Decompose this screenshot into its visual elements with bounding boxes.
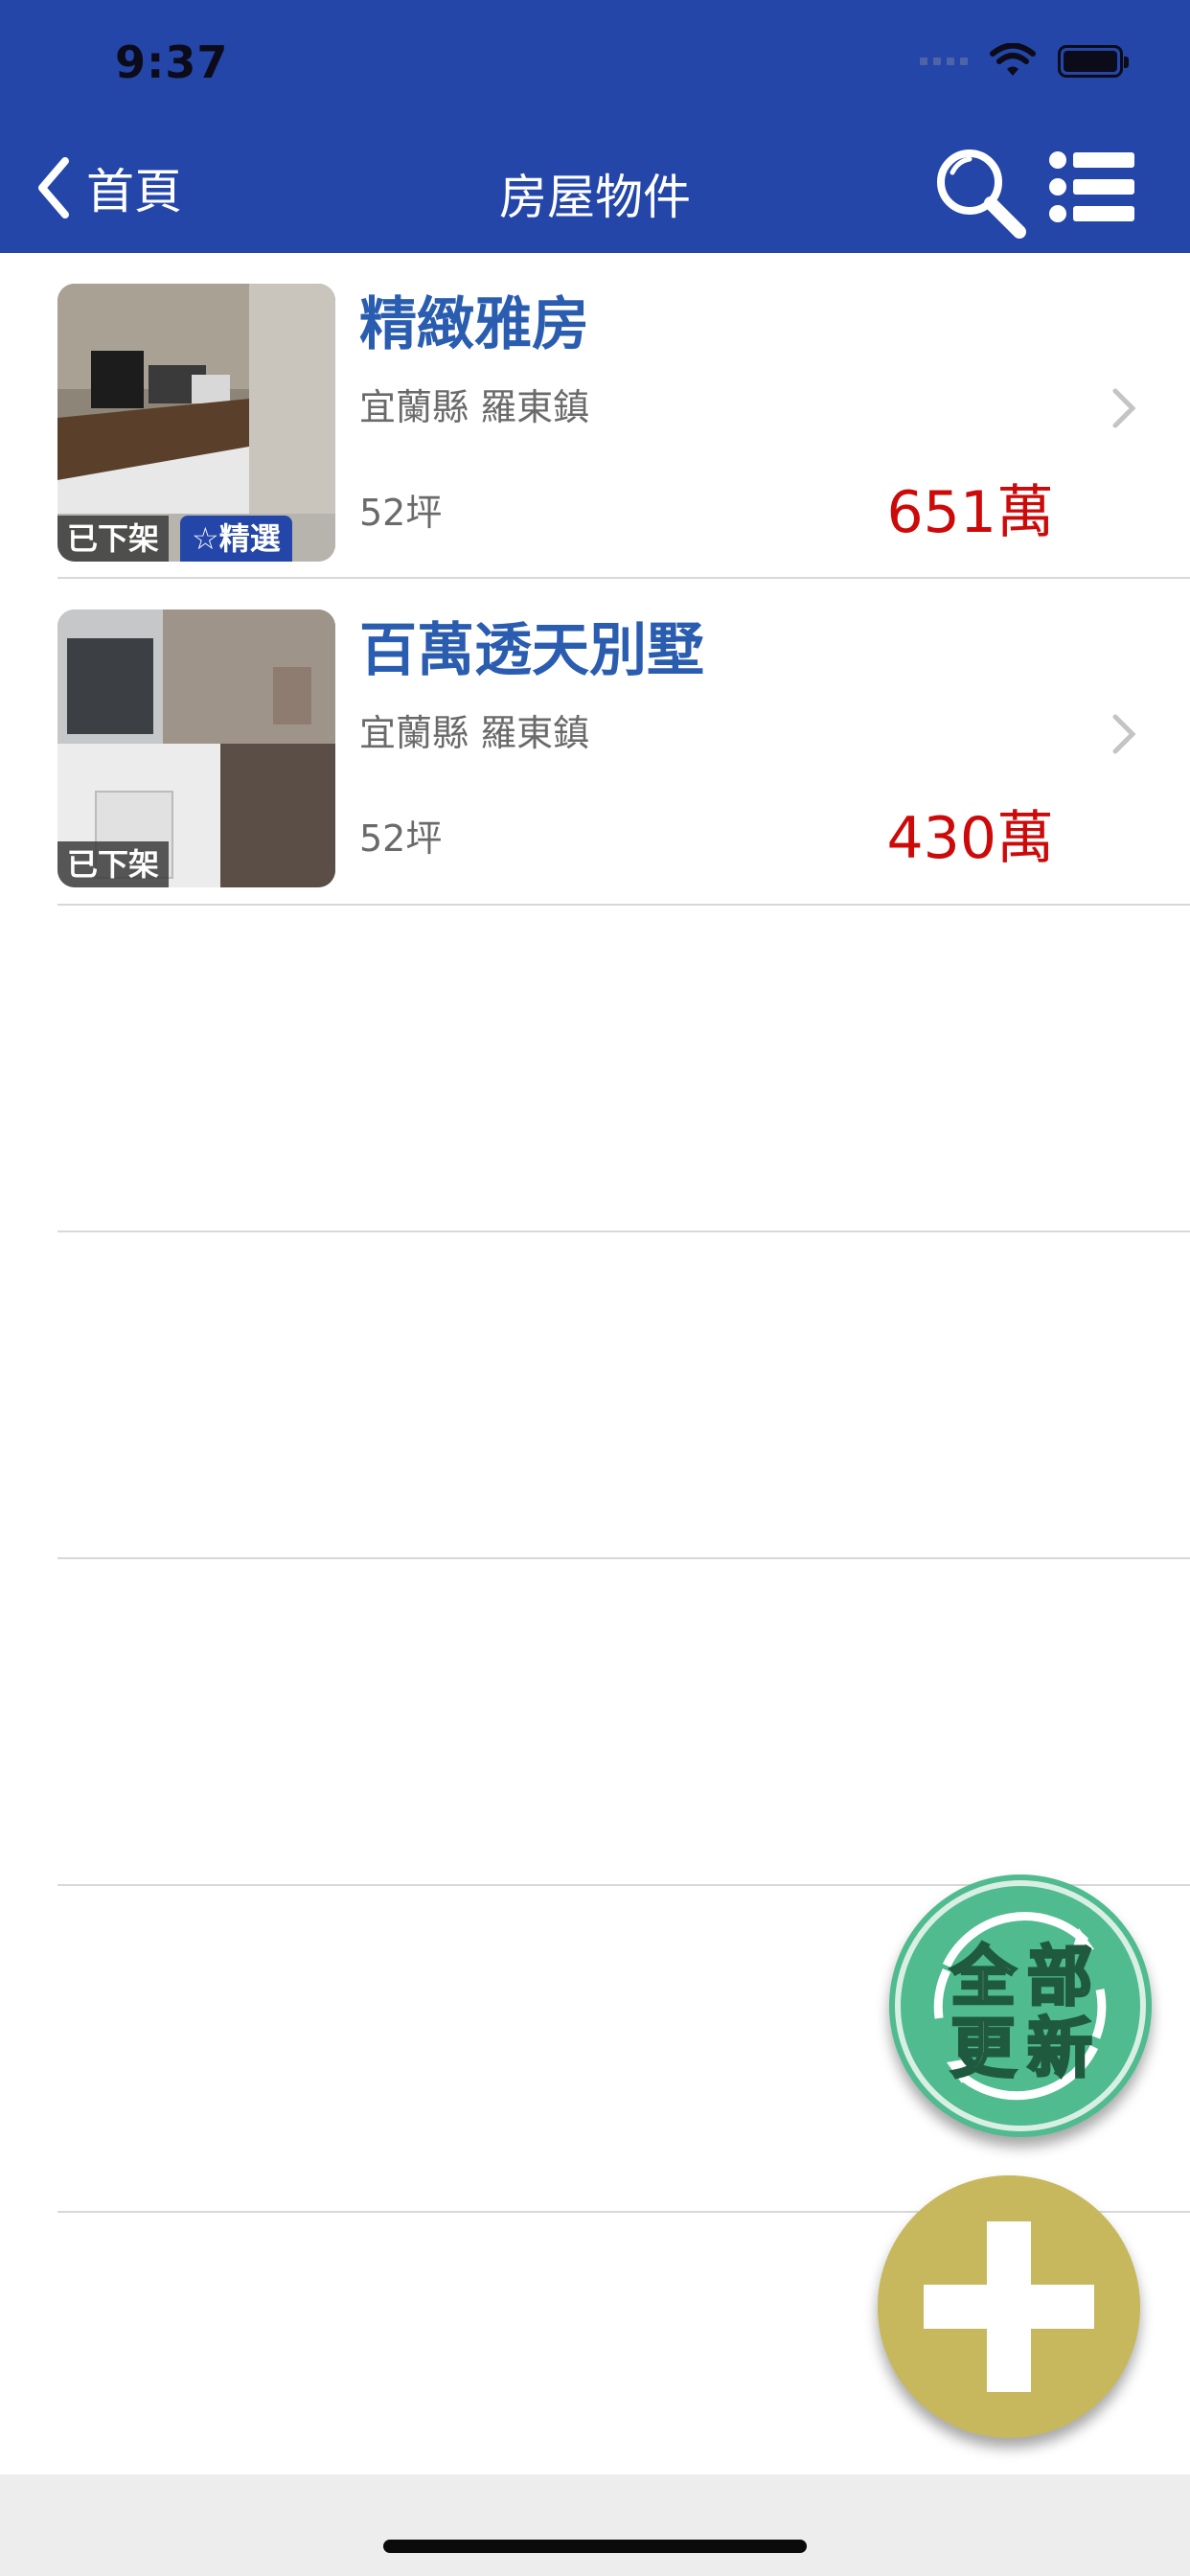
listing-photo: 已下架 ☆精選 xyxy=(57,284,335,562)
listing-title: 百萬透天別墅 xyxy=(359,617,704,684)
refresh-label-char: 新 xyxy=(1027,2012,1092,2087)
refresh-all-icon: 全 部 更 新 xyxy=(895,1880,1146,2131)
status-badge: 已下架 xyxy=(57,516,170,562)
refresh-label-char: 部 xyxy=(1027,1940,1092,2015)
plus-icon xyxy=(924,2221,1094,2392)
home-indicator-area xyxy=(0,2474,1190,2576)
empty-row xyxy=(57,1559,1190,1886)
listing-price: 430萬 xyxy=(886,805,1054,872)
listing-location: 宜蘭縣 羅東鎮 xyxy=(359,712,590,754)
search-button[interactable] xyxy=(931,144,1027,240)
add-listing-button[interactable] xyxy=(878,2175,1140,2438)
listing-row[interactable]: 已下架 百萬透天別墅 宜蘭縣 羅東鎮 52坪 430萬 xyxy=(57,579,1190,906)
chevron-right-icon xyxy=(1112,714,1136,754)
listing-photo: 已下架 xyxy=(57,610,335,887)
listing-size: 52坪 xyxy=(359,817,443,860)
refresh-all-button[interactable]: 全 部 更 新 xyxy=(889,1874,1152,2137)
status-icons xyxy=(920,40,1129,82)
cellular-signal-icon xyxy=(920,58,968,65)
refresh-label-char: 全 xyxy=(950,1940,1017,2015)
search-icon xyxy=(937,150,1026,239)
listing-row[interactable]: 已下架 ☆精選 精緻雅房 宜蘭縣 羅東鎮 52坪 651萬 xyxy=(57,253,1190,579)
chevron-right-icon xyxy=(1112,388,1136,428)
featured-badge: ☆精選 xyxy=(180,516,292,562)
wifi-icon xyxy=(990,43,1036,76)
listing-size: 52坪 xyxy=(359,492,443,534)
listing-location: 宜蘭縣 羅東鎮 xyxy=(359,386,590,428)
home-indicator[interactable] xyxy=(383,2540,807,2553)
list-icon xyxy=(1049,151,1134,222)
list-menu-button[interactable] xyxy=(1048,149,1136,225)
empty-row xyxy=(57,1232,1190,1559)
listing-price: 651萬 xyxy=(886,479,1054,546)
navigation-bar: 9:37 首頁 房屋物件 xyxy=(0,0,1190,253)
refresh-label-char: 更 xyxy=(950,2012,1017,2087)
battery-icon xyxy=(1058,45,1129,78)
listing-title: 精緻雅房 xyxy=(359,291,589,358)
status-badge: 已下架 xyxy=(57,841,170,887)
status-time: 9:37 xyxy=(115,36,229,88)
empty-row xyxy=(57,906,1190,1232)
